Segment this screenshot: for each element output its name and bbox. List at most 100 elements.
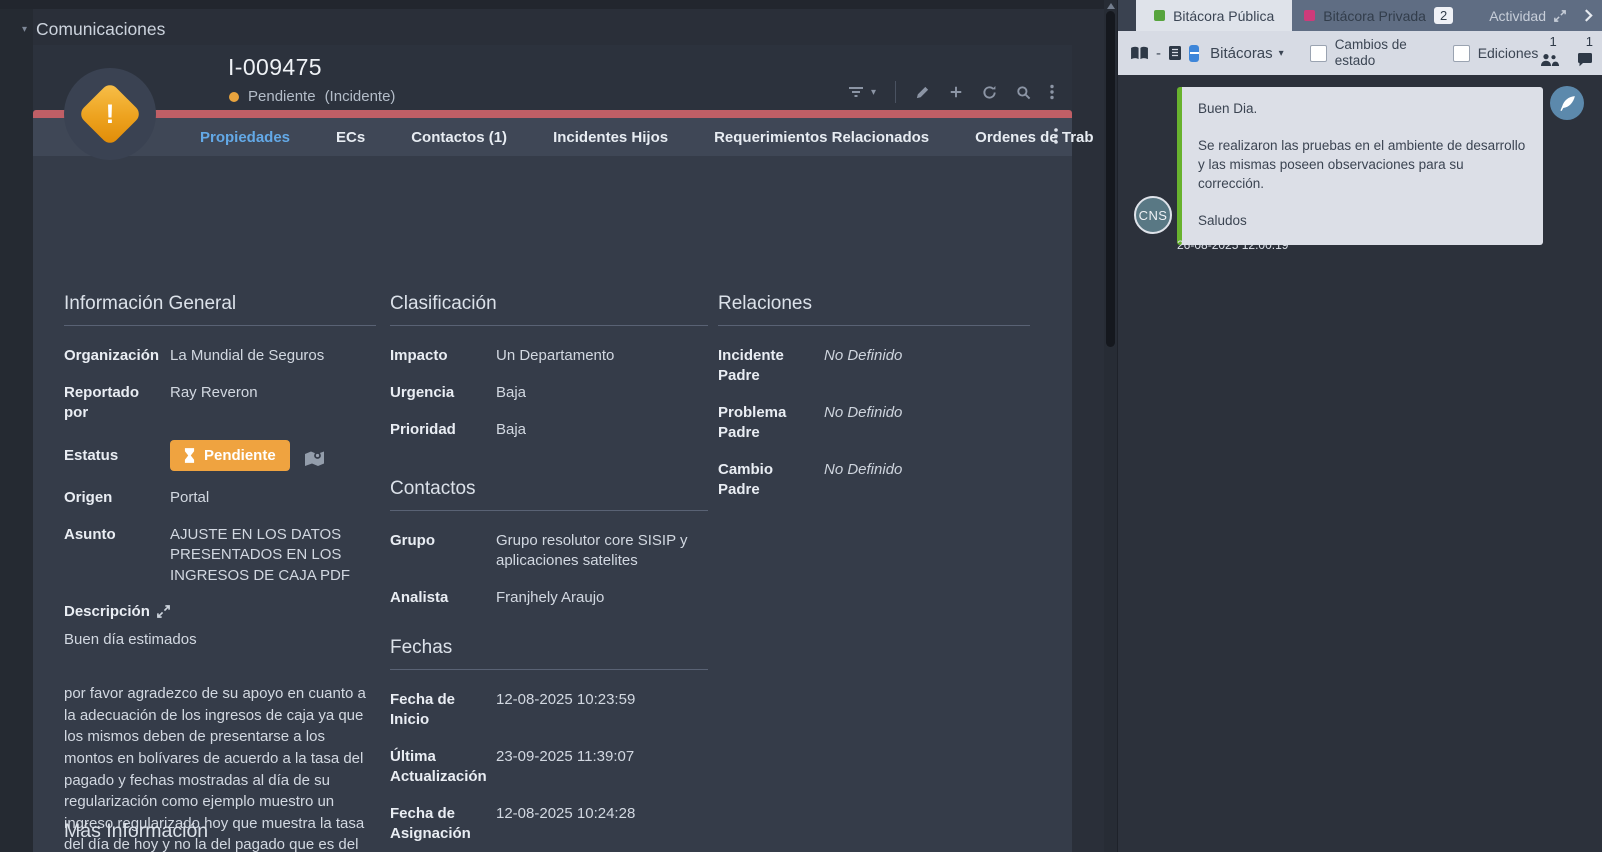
bitacora-tab-bar: Bitácora Pública Bitácora Privada 2 Acti… bbox=[1118, 0, 1602, 31]
priority-color-bar bbox=[33, 110, 1072, 118]
private-log-badge: 2 bbox=[1434, 7, 1453, 24]
hourglass-icon bbox=[184, 448, 195, 463]
search-icon[interactable] bbox=[1016, 85, 1031, 100]
field-estatus: Estatus Pendiente bbox=[64, 440, 376, 471]
status-dot-icon bbox=[229, 92, 239, 102]
participants-counter: 1 bbox=[1540, 37, 1554, 69]
public-log-dot-icon bbox=[1154, 10, 1165, 21]
book-open-icon[interactable] bbox=[1130, 46, 1149, 61]
more-options-icon[interactable] bbox=[1050, 84, 1054, 100]
grupo-link[interactable]: Grupo resolutor core SISIP y aplicacione… bbox=[496, 531, 708, 571]
filter-caret-icon[interactable]: ▾ bbox=[871, 87, 876, 98]
field-problema-padre: Problema Padre No Definido bbox=[718, 403, 1030, 443]
tab-ordenes-de-trabajo[interactable]: Ordenes de Traba bbox=[975, 129, 1093, 146]
comment-icon bbox=[1577, 53, 1593, 67]
section-title: Información General bbox=[64, 293, 376, 326]
journal-icon[interactable] bbox=[1168, 45, 1182, 61]
section-title: Relaciones bbox=[718, 293, 1030, 326]
divider bbox=[895, 81, 896, 103]
field-urgencia: Urgencia Baja bbox=[390, 383, 708, 403]
group-icon bbox=[1540, 53, 1560, 67]
private-log-dot-icon bbox=[1304, 10, 1315, 21]
field-organizacion: Organización La Mundial de Seguros bbox=[64, 346, 376, 366]
quill-icon bbox=[1559, 95, 1576, 112]
warning-icon: ! bbox=[77, 81, 142, 146]
section-title: Fechas bbox=[390, 637, 708, 670]
header-actions: ▾ bbox=[848, 81, 1054, 103]
bitacoras-dropdown[interactable]: Bitácoras bbox=[1210, 45, 1273, 62]
scroll-up-arrow-icon[interactable] bbox=[1107, 3, 1115, 9]
log-entry-text: Buen Dia. bbox=[1198, 100, 1527, 119]
cambios-estado-checkbox[interactable] bbox=[1310, 45, 1327, 62]
tab-bitacora-privada[interactable]: Bitácora Privada 2 bbox=[1292, 0, 1465, 31]
breadcrumb-label: Comunicaciones bbox=[36, 19, 165, 40]
section-relaciones: Relaciones Incidente Padre No Definido P… bbox=[718, 293, 1030, 518]
panel-next-chevron-icon[interactable] bbox=[1584, 0, 1602, 31]
bitacoras-caret-icon[interactable]: ▾ bbox=[1279, 48, 1284, 59]
cambios-estado-filter: Cambios de estado bbox=[1310, 37, 1419, 68]
bitacora-panel: Bitácora Pública Bitácora Privada 2 Acti… bbox=[1117, 0, 1602, 852]
log-entry-card[interactable]: Buen Dia. Se realizaron las pruebas en e… bbox=[1177, 87, 1543, 245]
tab-ecs[interactable]: ECs bbox=[336, 129, 365, 146]
field-incidente-padre: Incidente Padre No Definido bbox=[718, 346, 1030, 386]
tab-incidentes-hijos[interactable]: Incidentes Hijos bbox=[553, 129, 668, 146]
reportado-link[interactable]: Ray Reveron bbox=[170, 383, 258, 423]
collapse-all-icon[interactable] bbox=[1189, 45, 1199, 62]
section-mas-informacion-title: Más Información bbox=[64, 820, 208, 843]
incident-type: (Incidente) bbox=[325, 88, 396, 105]
section-clasificacion: Clasificación Impacto Un Departamento Ur… bbox=[390, 293, 708, 852]
field-ultima-actualizacion: Última Actualización 23-09-2025 11:39:07 bbox=[390, 747, 708, 787]
compose-note-button[interactable] bbox=[1550, 86, 1584, 120]
tab-requerimientos[interactable]: Requerimientos Relacionados bbox=[714, 129, 929, 146]
incident-avatar: ! bbox=[64, 68, 156, 160]
refresh-icon[interactable] bbox=[982, 85, 997, 100]
field-reportado-por: Reportado por Ray Reveron bbox=[64, 383, 376, 423]
expand-icon[interactable] bbox=[157, 605, 170, 618]
avatar: CNS bbox=[1134, 196, 1172, 234]
edit-icon[interactable] bbox=[915, 85, 930, 100]
section-title: Clasificación bbox=[390, 293, 708, 326]
log-entry-text: Saludos bbox=[1198, 212, 1527, 231]
tab-actividad[interactable]: Actividad bbox=[1471, 0, 1584, 31]
organizacion-link[interactable]: La Mundial de Seguros bbox=[170, 346, 324, 366]
app-window: ▾ Comunicaciones ! I-009475 Pendiente (I… bbox=[0, 0, 1602, 852]
field-prioridad: Prioridad Baja bbox=[390, 420, 708, 440]
add-icon[interactable] bbox=[949, 85, 963, 99]
incident-id: I-009475 bbox=[228, 54, 322, 81]
tab-contactos[interactable]: Contactos (1) bbox=[411, 129, 507, 146]
tab-bar-lead bbox=[1118, 0, 1136, 31]
expand-diagonal-icon[interactable] bbox=[1554, 10, 1566, 22]
collapse-caret-icon[interactable]: ▾ bbox=[22, 25, 27, 35]
log-entry-timestamp: 26-08-2025 12:00:19 bbox=[1177, 238, 1288, 252]
status-button[interactable]: Pendiente bbox=[170, 440, 290, 471]
workflow-map-icon[interactable] bbox=[304, 450, 325, 468]
breadcrumb[interactable]: ▾ Comunicaciones bbox=[22, 19, 165, 40]
tab-propiedades[interactable]: Propiedades bbox=[200, 129, 290, 146]
field-asunto: Asunto AJUSTE EN LOS DATOS PRESENTADOS E… bbox=[64, 525, 376, 585]
incident-detail-panel: ! I-009475 Pendiente (Incidente) ▾ bbox=[33, 45, 1072, 852]
log-entry-text: Se realizaron las pruebas en el ambiente… bbox=[1198, 137, 1527, 194]
section-title: Contactos bbox=[390, 478, 708, 511]
comments-counter: 1 bbox=[1577, 37, 1591, 69]
field-fecha-inicio: Fecha de Inicio 12-08-2025 10:23:59 bbox=[390, 690, 708, 730]
descripcion-paragraph: Buen día estimados bbox=[64, 629, 376, 651]
main-scrollbar-thumb[interactable] bbox=[1106, 11, 1115, 347]
incident-status: Pendiente bbox=[248, 88, 316, 105]
analista-link[interactable]: Franjhely Araujo bbox=[496, 588, 604, 608]
field-fecha-asignacion: Fecha de Asignación 12-08-2025 10:24:28 bbox=[390, 804, 708, 844]
incident-status-line: Pendiente (Incidente) bbox=[229, 88, 395, 105]
tab-overflow-icon[interactable] bbox=[1054, 127, 1058, 145]
properties-body: Información General Organización La Mund… bbox=[33, 156, 1072, 852]
left-edge bbox=[0, 0, 33, 852]
ediciones-checkbox[interactable] bbox=[1453, 45, 1470, 62]
field-origen: Origen Portal bbox=[64, 488, 376, 508]
ediciones-filter: Ediciones bbox=[1453, 45, 1539, 62]
field-descripcion-label: Descripción bbox=[64, 603, 376, 620]
top-edge bbox=[0, 0, 1104, 9]
filter-icon[interactable] bbox=[848, 84, 864, 100]
tab-bitacora-publica[interactable]: Bitácora Pública bbox=[1136, 0, 1292, 31]
field-cambio-padre: Cambio Padre No Definido bbox=[718, 460, 1030, 500]
section-informacion-general: Información General Organización La Mund… bbox=[64, 293, 376, 852]
toolbar-separator: - bbox=[1156, 45, 1161, 62]
bitacora-toolbar: - Bitácoras ▾ Cambios de estado Edicione… bbox=[1118, 31, 1602, 75]
